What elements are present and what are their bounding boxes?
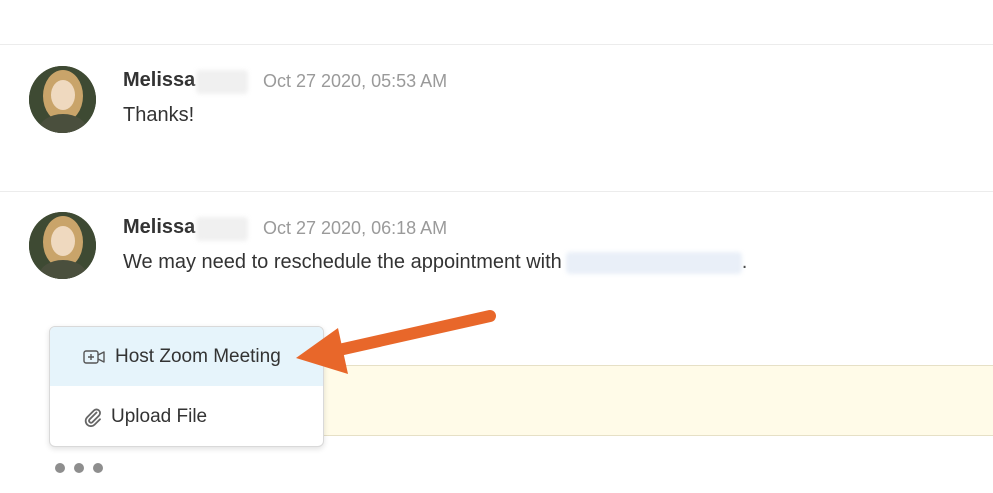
upload-file-menu-item[interactable]: Upload File (50, 387, 323, 446)
message-timestamp: Oct 27 2020, 06:18 AM (263, 218, 448, 238)
dot-icon (74, 463, 84, 473)
redacted-surname (196, 70, 248, 94)
menu-item-label: Upload File (111, 405, 208, 427)
dot-icon (55, 463, 65, 473)
message-text: Thanks! (123, 104, 195, 126)
host-zoom-meeting-menu-item[interactable]: Host Zoom Meeting (50, 327, 323, 386)
message-text: We may need to reschedule the appointmen… (123, 251, 747, 274)
attachment-menu: Host Zoom Meeting Upload File (49, 326, 324, 447)
message-thread: Melissa Oct 27 2020, 05:53 AM Thanks! Me… (0, 0, 993, 493)
message-text-suffix: . (741, 251, 748, 273)
annotation-arrow-icon (296, 310, 496, 374)
avatar[interactable] (29, 212, 96, 279)
message-author: Melissa (123, 216, 196, 238)
message-author: Melissa (123, 69, 196, 91)
divider (0, 44, 993, 45)
redacted-recipient (565, 251, 742, 274)
divider (0, 191, 993, 192)
message-text-content: We may need to reschedule the appointmen… (123, 251, 562, 273)
redacted-surname (196, 217, 248, 241)
paperclip-icon (83, 407, 103, 427)
dot-icon (93, 463, 103, 473)
avatar[interactable] (29, 66, 96, 133)
video-plus-icon (83, 349, 106, 365)
more-options-button[interactable] (55, 463, 103, 473)
message-timestamp: Oct 27 2020, 05:53 AM (263, 71, 448, 91)
menu-item-label: Host Zoom Meeting (115, 345, 281, 367)
